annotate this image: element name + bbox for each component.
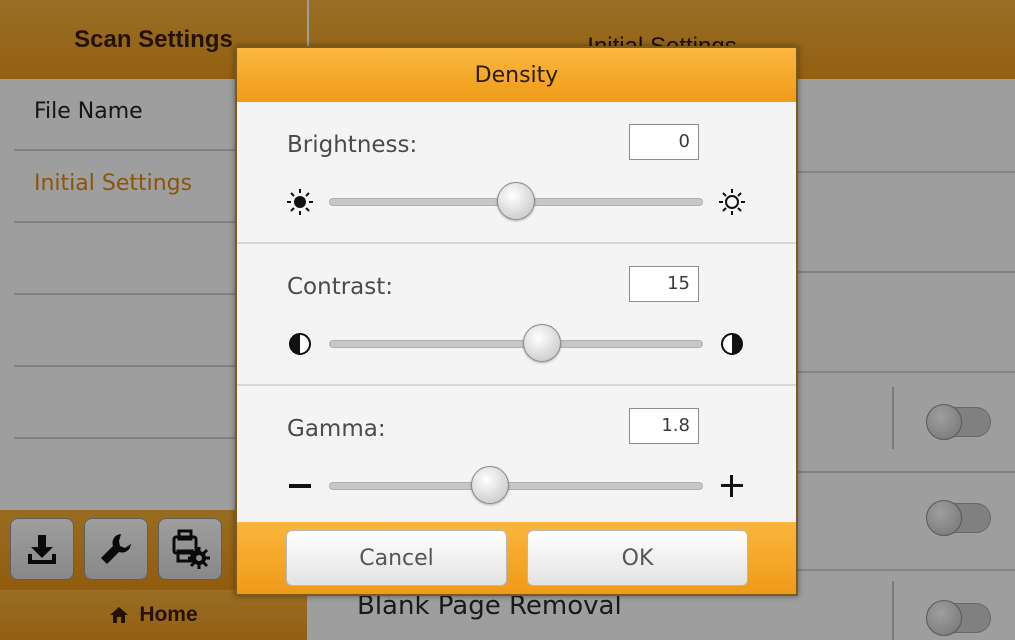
contrast-section: Contrast: 15 [237, 244, 796, 386]
density-dialog: Density Brightness: 0 Contrast: 15 Gamma… [235, 46, 798, 596]
dialog-title: Density [474, 62, 559, 88]
contrast-high-icon [717, 329, 747, 359]
contrast-low-icon [285, 329, 315, 359]
gamma-section: Gamma: 1.8 [237, 386, 796, 522]
contrast-slider-track[interactable] [329, 340, 703, 348]
brightness-low-icon [285, 187, 315, 217]
contrast-value-field[interactable]: 15 [629, 266, 699, 302]
brightness-label: Brightness: [287, 132, 418, 158]
brightness-high-icon [717, 187, 747, 217]
gamma-label: Gamma: [287, 416, 386, 442]
gamma-slider-track[interactable] [329, 482, 703, 490]
plus-icon [717, 471, 747, 501]
contrast-slider-thumb[interactable] [523, 324, 562, 362]
dialog-footer: Cancel OK [237, 522, 796, 594]
brightness-slider-thumb[interactable] [497, 182, 535, 220]
minus-icon [285, 471, 315, 501]
gamma-value-field[interactable]: 1.8 [629, 408, 699, 444]
dialog-header: Density [237, 48, 796, 102]
brightness-section: Brightness: 0 [237, 102, 796, 244]
brightness-value-field[interactable]: 0 [629, 124, 699, 160]
ok-button[interactable]: OK [527, 530, 748, 586]
contrast-label: Contrast: [287, 274, 394, 300]
cancel-button[interactable]: Cancel [286, 530, 507, 586]
gamma-slider-thumb[interactable] [470, 466, 509, 504]
